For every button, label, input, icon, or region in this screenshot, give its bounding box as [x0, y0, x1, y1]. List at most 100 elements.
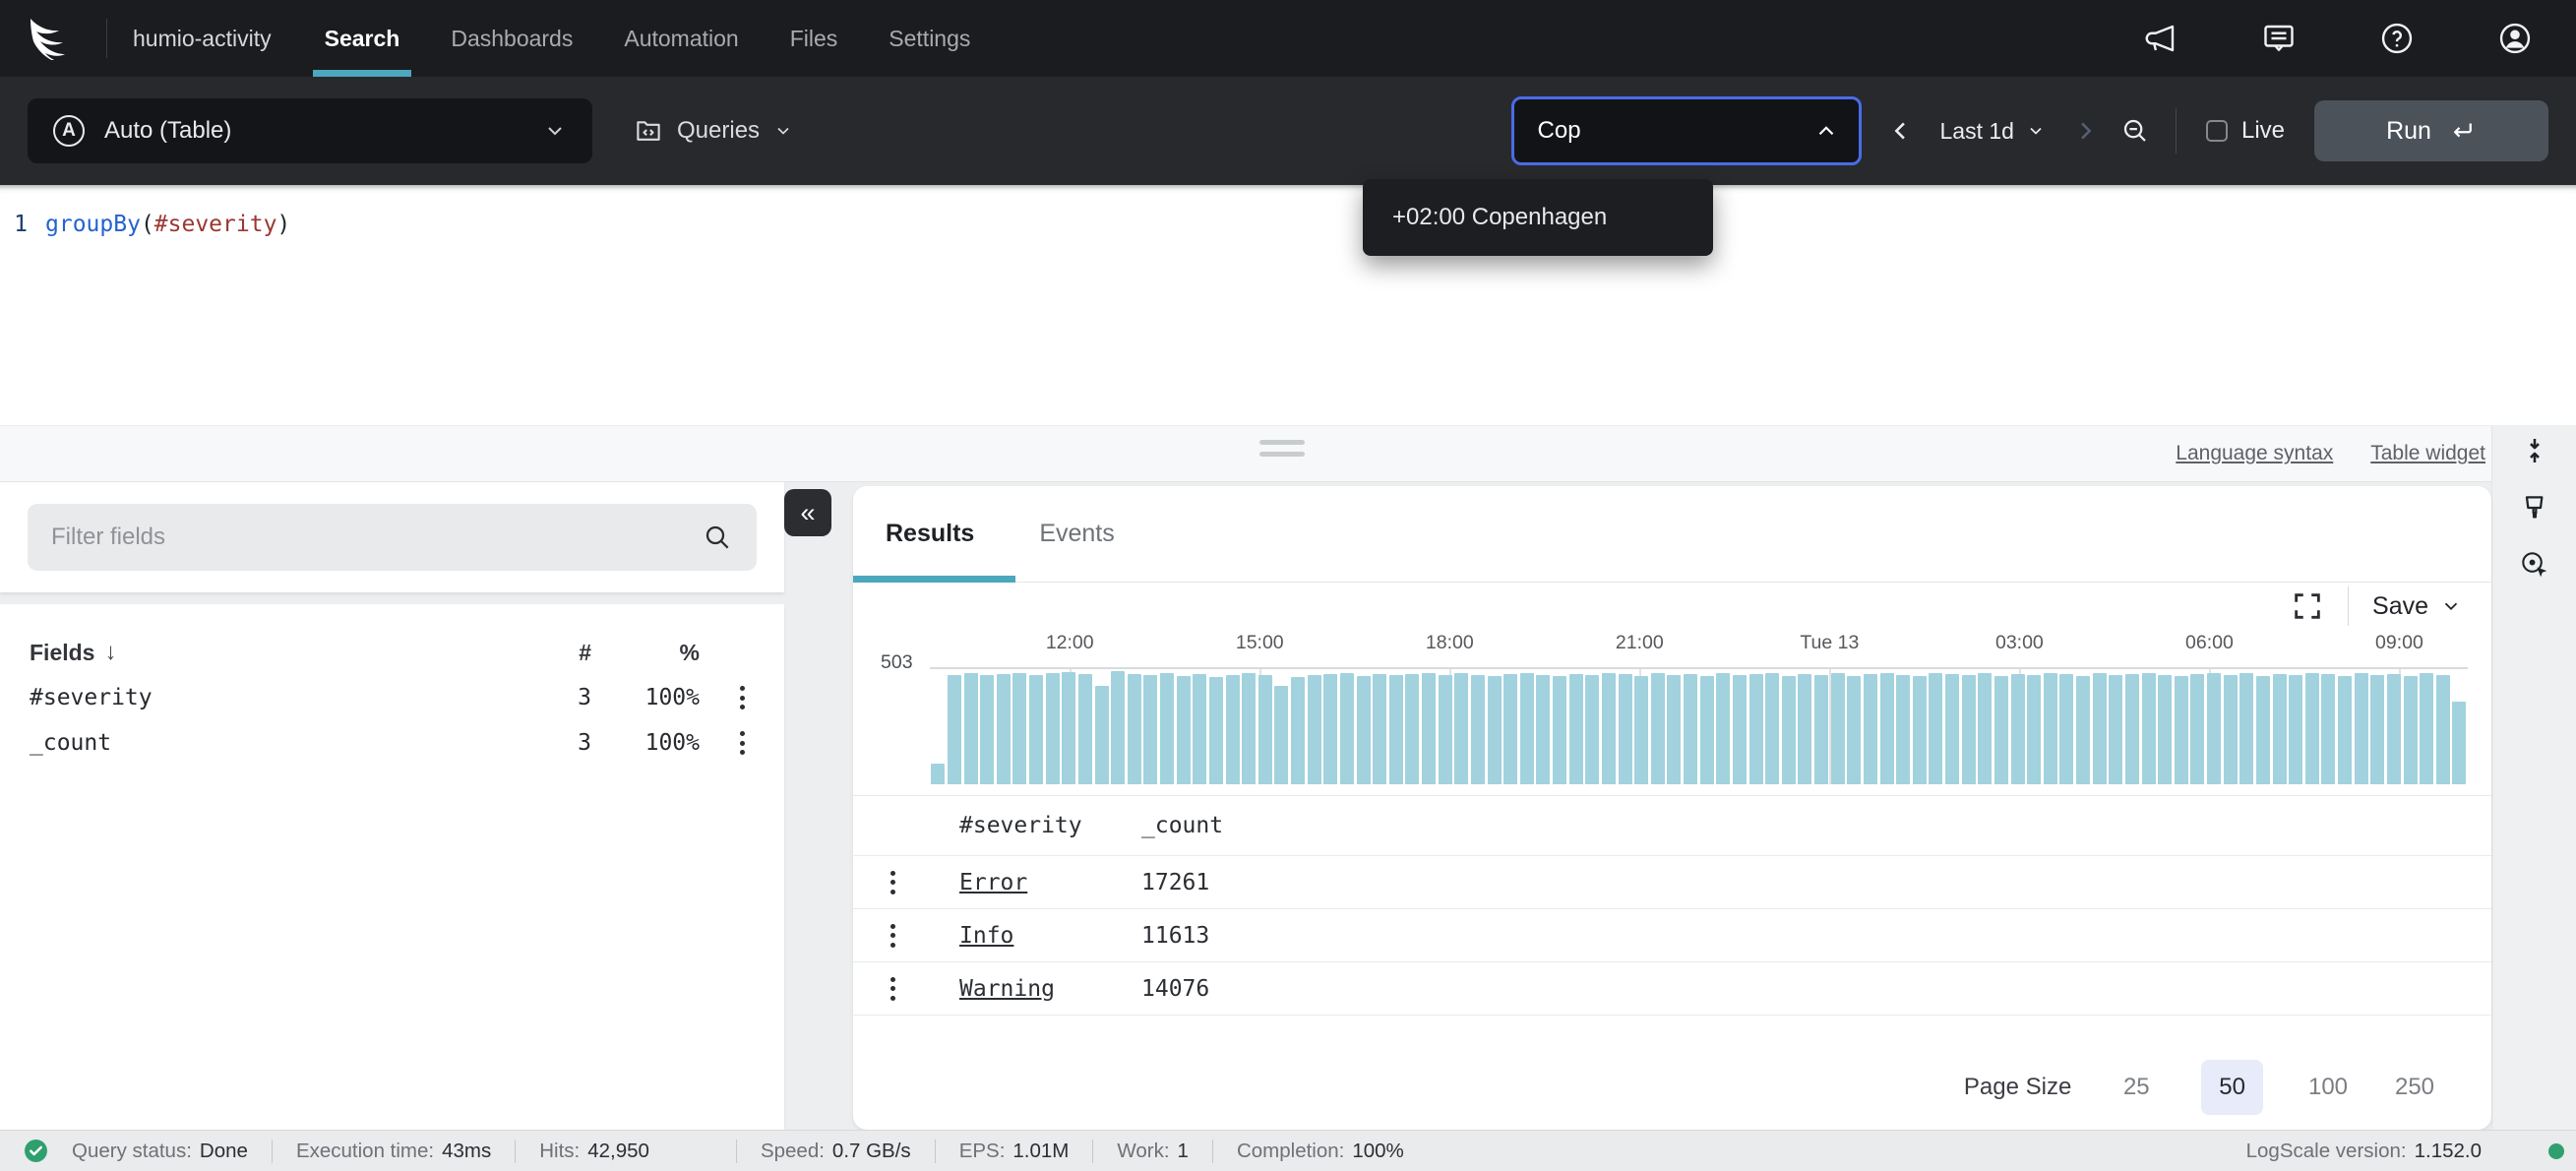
query-editor[interactable]: 1 groupBy(#severity): [0, 185, 2576, 425]
histogram-bar[interactable]: [2404, 676, 2418, 784]
histogram-bar[interactable]: [1405, 674, 1419, 784]
histogram-bar[interactable]: [1095, 686, 1109, 784]
histogram-bar[interactable]: [1373, 674, 1386, 784]
histogram-bar[interactable]: [964, 673, 978, 784]
nav-tab-files[interactable]: Files: [765, 0, 864, 77]
nav-tab-dashboards[interactable]: Dashboards: [425, 0, 598, 77]
severity-value-link[interactable]: Error: [959, 870, 1027, 895]
histogram-bar[interactable]: [1716, 673, 1730, 785]
histogram-bar[interactable]: [1389, 675, 1403, 784]
histogram-bar[interactable]: [1553, 676, 1566, 784]
announcements-megaphone-icon[interactable]: [2143, 21, 2178, 56]
collapse-vertical-icon[interactable]: [2519, 435, 2550, 466]
severity-value-link[interactable]: Warning: [959, 976, 1055, 1002]
histogram-bar[interactable]: [2273, 674, 2287, 784]
histogram-bar[interactable]: [980, 675, 994, 784]
severity-value-link[interactable]: Info: [959, 923, 1013, 949]
save-dropdown[interactable]: Save: [2372, 592, 2462, 621]
live-checkbox[interactable]: [2206, 120, 2228, 142]
queries-dropdown[interactable]: Queries: [634, 116, 793, 146]
histogram-bar[interactable]: [2109, 675, 2122, 784]
histogram-bar[interactable]: [1896, 675, 1910, 784]
histogram-bar[interactable]: [1062, 672, 1075, 784]
histogram-bar[interactable]: [2059, 674, 2073, 784]
zoom-out-time-button[interactable]: [2120, 116, 2150, 146]
histogram-bar[interactable]: [1651, 673, 1665, 784]
histogram-bar[interactable]: [1078, 674, 1092, 784]
shift-time-forward-button[interactable]: [2071, 117, 2099, 145]
histogram-bar[interactable]: [1929, 673, 1942, 784]
table-row[interactable]: Warning 14076: [853, 962, 2491, 1016]
histogram-bar[interactable]: [1536, 675, 1550, 784]
row-menu-kebab-icon[interactable]: [885, 971, 901, 1007]
histogram-bar[interactable]: [1831, 673, 1845, 784]
histogram-bar[interactable]: [1177, 676, 1191, 784]
live-toggle[interactable]: Live: [2206, 117, 2285, 145]
timezone-combobox[interactable]: [1511, 96, 1862, 165]
histogram-bar[interactable]: [1291, 677, 1305, 784]
help-icon[interactable]: [2379, 21, 2415, 56]
filter-fields-box[interactable]: [28, 504, 757, 571]
histogram-bar[interactable]: [2256, 676, 2270, 784]
field-row-severity[interactable]: #severity 3 100%: [0, 675, 784, 720]
histogram-bar[interactable]: [1012, 673, 1026, 785]
fields-sort-header[interactable]: Fields ↓: [30, 639, 513, 666]
user-avatar-icon[interactable]: [2497, 21, 2533, 56]
histogram-bar[interactable]: [1520, 673, 1534, 784]
histogram-bar[interactable]: [1143, 675, 1157, 784]
histogram-bar[interactable]: [1814, 675, 1828, 784]
histogram-bar[interactable]: [1700, 676, 1714, 784]
histogram-bar[interactable]: [1962, 675, 1976, 784]
histogram-bar[interactable]: [1765, 673, 1779, 784]
field-row-count[interactable]: _count 3 100%: [0, 720, 784, 766]
crowdstrike-falcon-logo-icon[interactable]: [28, 17, 81, 60]
histogram-bar[interactable]: [2321, 674, 2335, 784]
histogram-bar[interactable]: [2436, 675, 2450, 784]
histogram-bar[interactable]: [1160, 673, 1174, 784]
histogram-bar[interactable]: [1274, 686, 1288, 784]
histogram-bar[interactable]: [1602, 673, 1616, 785]
page-size-25[interactable]: 25: [2115, 1074, 2158, 1101]
table-row[interactable]: Info 11613: [853, 909, 2491, 962]
histogram-bar[interactable]: [1128, 674, 1141, 784]
histogram-bar[interactable]: [1258, 675, 1272, 784]
histogram-bar[interactable]: [1619, 674, 1632, 784]
format-brush-icon[interactable]: [2519, 492, 2550, 524]
nav-tab-search[interactable]: Search: [299, 0, 426, 77]
histogram-bar[interactable]: [2027, 675, 2041, 784]
tab-results[interactable]: Results: [886, 520, 974, 548]
filter-fields-input[interactable]: [51, 524, 702, 551]
histogram-bar[interactable]: [2093, 673, 2107, 785]
histogram-bar[interactable]: [2207, 673, 2221, 785]
sort-descending-icon[interactable]: ↓: [104, 639, 116, 666]
field-menu-kebab-icon[interactable]: [734, 680, 751, 715]
histogram-bar[interactable]: [1488, 676, 1502, 784]
page-size-100[interactable]: 100: [2306, 1074, 2350, 1101]
histogram-bar[interactable]: [1422, 673, 1436, 784]
histogram-bar[interactable]: [1569, 674, 1583, 784]
nav-tab-automation[interactable]: Automation: [598, 0, 764, 77]
histogram-bar[interactable]: [2387, 674, 2401, 784]
histogram-bar[interactable]: [1880, 673, 1894, 785]
histogram-bar[interactable]: [1111, 671, 1125, 784]
histogram-bar[interactable]: [2011, 674, 2025, 784]
histogram-bar[interactable]: [1193, 674, 1206, 784]
fullscreen-icon[interactable]: [2291, 589, 2324, 623]
histogram-bar[interactable]: [1454, 673, 1468, 785]
field-name[interactable]: _count: [30, 730, 513, 756]
histogram-bar[interactable]: [1242, 673, 1256, 784]
histogram-bar[interactable]: [1667, 675, 1681, 784]
histogram-bar[interactable]: [2142, 673, 2156, 784]
histogram-bar[interactable]: [2190, 674, 2204, 784]
histogram-bar[interactable]: [1308, 675, 1321, 784]
histogram-bar[interactable]: [1847, 676, 1861, 784]
chevron-up-icon[interactable]: [1813, 118, 1839, 144]
histogram-bar[interactable]: [1749, 674, 1763, 784]
histogram-bar[interactable]: [1046, 673, 1060, 784]
histogram-bar[interactable]: [1684, 674, 1697, 784]
histogram-bar[interactable]: [2338, 676, 2352, 784]
histogram-bar[interactable]: [2239, 673, 2253, 784]
nav-tab-settings[interactable]: Settings: [863, 0, 996, 77]
table-row[interactable]: Error 17261: [853, 856, 2491, 909]
histogram-bar[interactable]: [2305, 673, 2319, 785]
